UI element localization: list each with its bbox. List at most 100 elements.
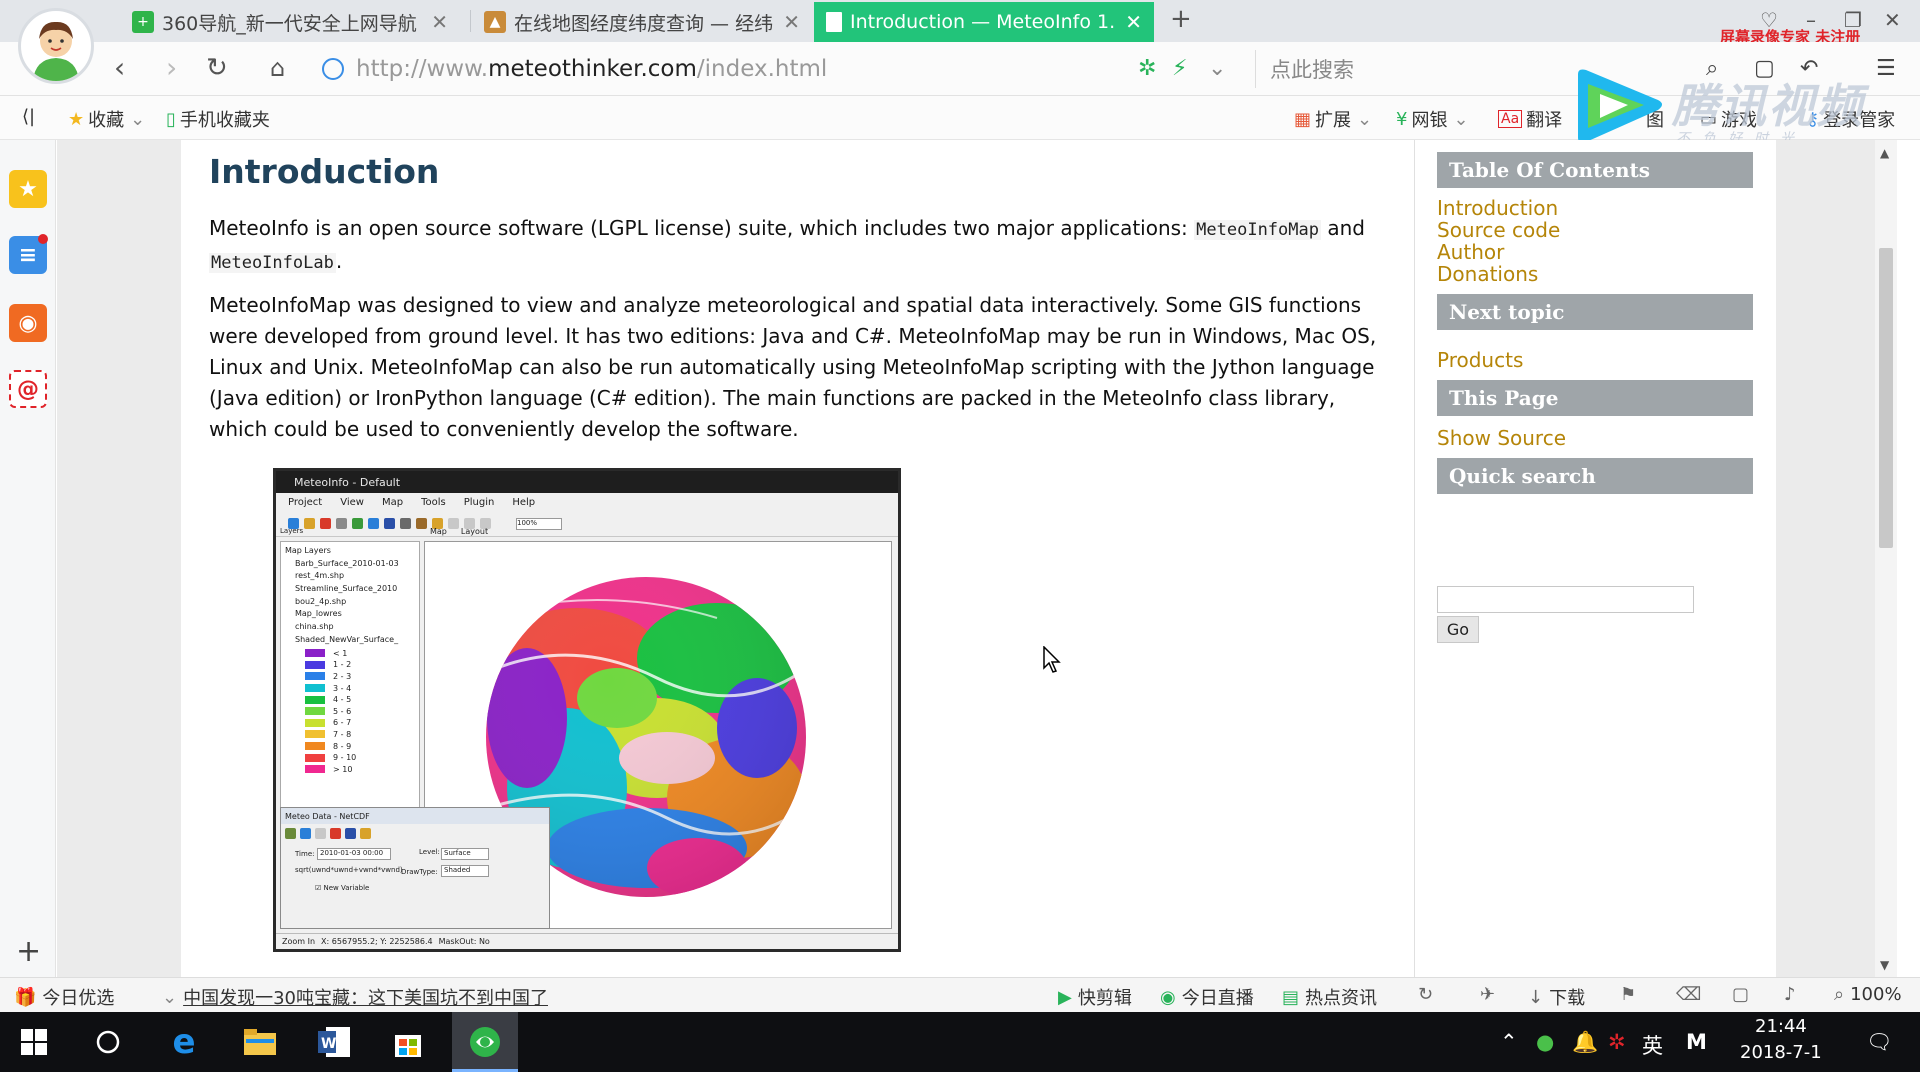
store-icon[interactable] bbox=[390, 1024, 426, 1060]
legend-swatch bbox=[305, 660, 325, 669]
toc-link-author[interactable]: Author bbox=[1437, 240, 1504, 264]
tray-m-icon[interactable]: M bbox=[1686, 1030, 1707, 1054]
legend-item: 4 - 5 bbox=[285, 694, 415, 706]
layer-item: Shaded_NewVar_Surface_ bbox=[295, 634, 399, 644]
close-window-icon[interactable]: ✕ bbox=[1884, 8, 1901, 32]
360-browser-icon[interactable] bbox=[467, 1024, 503, 1060]
screenshot-layers-panel: Map Layers Barb_Surface_2010-01-03 rest_… bbox=[280, 541, 420, 809]
hot-news-button[interactable]: ▤ 热点资讯 bbox=[1282, 984, 1377, 1010]
screenshot-zoom-box: 100% bbox=[516, 517, 562, 530]
tray-expand-icon[interactable]: ⌃ bbox=[1500, 1030, 1518, 1054]
netbank-menu[interactable]: ¥ 网银 ⌄ bbox=[1396, 106, 1469, 132]
user-avatar[interactable] bbox=[18, 8, 94, 84]
toolbar-icon bbox=[315, 828, 326, 839]
dropdown-chevron-icon[interactable]: ⌄ bbox=[1208, 56, 1226, 81]
toolbar-icon bbox=[360, 828, 371, 839]
chevron-down-icon: ⌄ bbox=[1453, 108, 1469, 130]
edge-browser-icon[interactable]: e bbox=[166, 1022, 202, 1062]
legend-label: 9 - 10 bbox=[333, 753, 357, 763]
legend-label: 5 - 6 bbox=[333, 706, 352, 716]
windows-taskbar: e W ⌃ ● 🔔 ✲ 英 M 21:44 2018-7-1 🗨 bbox=[0, 1012, 1920, 1072]
scroll-up-icon[interactable]: ▲ bbox=[1880, 146, 1889, 160]
favorites-menu[interactable]: ★ 收藏 ⌄ bbox=[68, 106, 145, 132]
notification-bell-icon[interactable]: 🔔 bbox=[1572, 1030, 1598, 1055]
screenshot-statusbar: Zoom In X: 6567955.2; Y: 2252586.4 MaskO… bbox=[276, 933, 898, 949]
tab-360-nav[interactable]: + 360导航_新一代安全上网导航 ✕ bbox=[120, 2, 460, 42]
scroll-thumb[interactable] bbox=[1879, 248, 1893, 548]
quick-search-heading: Quick search bbox=[1437, 458, 1753, 494]
volume-icon[interactable]: ♪ bbox=[1784, 984, 1796, 1005]
download-button[interactable]: ↓ 下载 bbox=[1528, 984, 1585, 1010]
screenshot-window-title: MeteoInfo - Default bbox=[294, 475, 401, 489]
cortana-search-icon[interactable] bbox=[90, 1024, 126, 1060]
screenshot-titlebar: MeteoInfo - Default bbox=[276, 471, 898, 493]
accelerate-icon[interactable]: ↻ bbox=[1418, 984, 1433, 1005]
dialog-title: Meteo Data - NetCDF bbox=[281, 808, 549, 824]
word-icon[interactable]: W bbox=[316, 1024, 352, 1060]
clock-date[interactable]: 2018-7-1 bbox=[1740, 1042, 1822, 1063]
tab-meteoinfo-introduction[interactable]: Introduction — MeteoInfo 1. ✕ bbox=[814, 2, 1154, 42]
extensions-menu[interactable]: ▦ 扩展 ⌄ bbox=[1294, 106, 1372, 132]
mobile-favorites-link[interactable]: ▯ 手机收藏夹 bbox=[166, 106, 270, 132]
menu-icon[interactable]: ☰ bbox=[1876, 56, 1896, 81]
file-explorer-icon[interactable] bbox=[242, 1024, 278, 1060]
pin-icon[interactable]: ✈ bbox=[1480, 984, 1495, 1005]
quick-edit-button[interactable]: ▶ 快剪辑 bbox=[1058, 984, 1132, 1010]
forward-icon[interactable]: › bbox=[166, 54, 177, 82]
legend-label: 6 - 7 bbox=[333, 718, 352, 728]
windows-start-icon[interactable] bbox=[16, 1024, 52, 1060]
action-center-icon[interactable]: 🗨 bbox=[1866, 1030, 1893, 1055]
next-topic-link[interactable]: Products bbox=[1437, 348, 1523, 372]
scroll-down-icon[interactable]: ▼ bbox=[1880, 958, 1889, 972]
clock-time[interactable]: 21:44 bbox=[1755, 1016, 1807, 1037]
toc-link-source-code[interactable]: Source code bbox=[1437, 218, 1560, 242]
zoom-level[interactable]: ⌕ 100% bbox=[1834, 984, 1902, 1005]
close-icon[interactable]: ✕ bbox=[783, 10, 800, 34]
toc-link-introduction[interactable]: Introduction bbox=[1437, 196, 1558, 220]
toc-link-donations[interactable]: Donations bbox=[1437, 262, 1538, 286]
news-ticker[interactable]: ⌄ 中国发现一30吨宝藏：这下美国坑不到中国了 bbox=[162, 984, 548, 1010]
reload-icon[interactable]: ↻ bbox=[206, 54, 228, 82]
back-icon[interactable]: ‹ bbox=[114, 54, 125, 82]
window-icon[interactable]: ▢ bbox=[1732, 984, 1749, 1005]
show-source-link[interactable]: Show Source bbox=[1437, 426, 1566, 450]
live-play-icon: ◉ bbox=[1160, 986, 1176, 1008]
live-button[interactable]: ◉ 今日直播 bbox=[1160, 984, 1254, 1010]
tab-map-lookup[interactable]: ▲ 在线地图经度纬度查询 — 经纬度 ✕ bbox=[472, 2, 812, 42]
translate-button[interactable]: Aa 翻译 bbox=[1498, 106, 1562, 132]
toolbar-icon bbox=[300, 828, 311, 839]
quick-search-input[interactable] bbox=[1437, 586, 1694, 613]
clean-icon[interactable]: ⌫ bbox=[1676, 984, 1701, 1005]
favorites-star-icon[interactable]: ★ bbox=[9, 170, 47, 208]
close-icon[interactable]: ✕ bbox=[431, 10, 448, 34]
sidebar-toggle-icon[interactable]: ⟨| bbox=[22, 106, 35, 127]
tray-antivirus-icon[interactable]: ✲ bbox=[1608, 1030, 1626, 1054]
weibo-icon[interactable]: ◉ bbox=[9, 304, 47, 342]
legend-label: > 10 bbox=[333, 764, 353, 774]
email-icon[interactable]: @ bbox=[9, 370, 47, 408]
refresh-spin-icon[interactable]: ✲ bbox=[1138, 56, 1156, 81]
download-icon: ↓ bbox=[1528, 986, 1544, 1008]
restore-icon[interactable]: ❐ bbox=[1844, 8, 1862, 32]
home-icon[interactable]: ⌂ bbox=[270, 54, 285, 82]
add-sidebar-app-icon[interactable]: + bbox=[16, 934, 41, 969]
document-sidebar: Table Of Contents Introduction Source co… bbox=[1414, 140, 1776, 977]
flag-icon[interactable]: ⚑ bbox=[1620, 984, 1636, 1005]
toolbar-icon bbox=[368, 518, 379, 529]
tray-360-icon[interactable]: ● bbox=[1536, 1030, 1554, 1054]
dialog-new-variable: ☑ New Variable bbox=[315, 884, 370, 892]
close-icon[interactable]: ✕ bbox=[1125, 10, 1142, 34]
today-pick-button[interactable]: 🎁 今日优选 bbox=[14, 984, 114, 1010]
next-topic-heading: Next topic bbox=[1437, 294, 1753, 330]
minimize-icon[interactable]: – bbox=[1806, 8, 1816, 32]
new-tab-button[interactable]: + bbox=[1170, 4, 1192, 34]
legend-swatch bbox=[305, 695, 325, 704]
address-bar[interactable]: http://www. meteothinker.com/index.html bbox=[322, 50, 1242, 88]
quick-search-go-button[interactable]: Go bbox=[1437, 616, 1479, 643]
lightning-icon[interactable]: ⚡ bbox=[1172, 56, 1187, 81]
skin-icon[interactable]: ♡ bbox=[1760, 8, 1778, 32]
ime-indicator[interactable]: 英 bbox=[1642, 1030, 1663, 1060]
page-scrollbar[interactable]: ▲ ▼ bbox=[1875, 140, 1897, 977]
legend-item: 2 - 3 bbox=[285, 671, 415, 683]
dialog-drawtype-label: DrawType: bbox=[401, 868, 438, 876]
